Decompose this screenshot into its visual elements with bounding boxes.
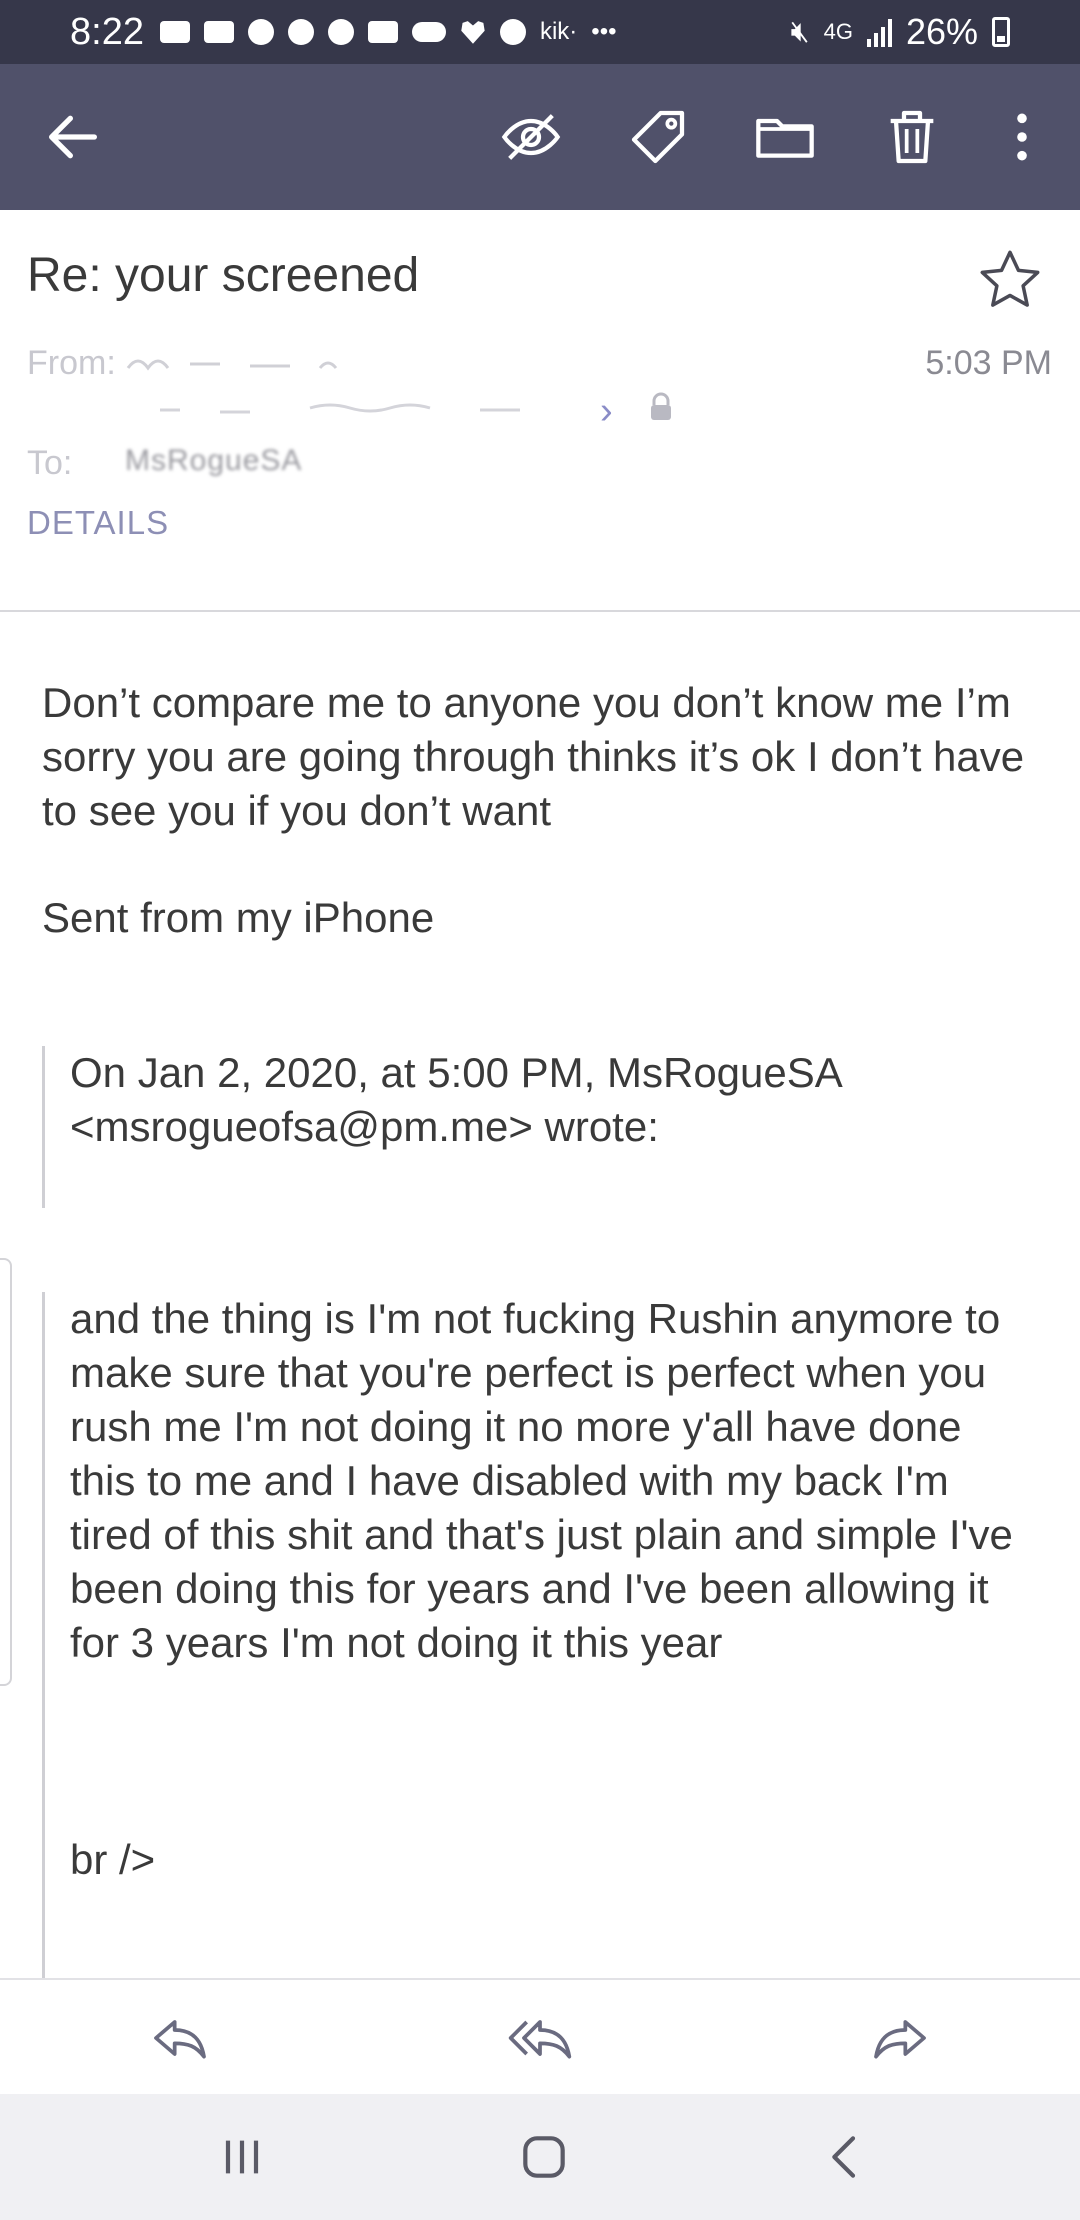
- battery-icon: [992, 17, 1010, 47]
- move-to-folder-button[interactable]: [730, 64, 840, 210]
- message-body: Don’t compare me to anyone you don’t kno…: [42, 679, 1025, 834]
- forward-icon: [874, 2020, 926, 2059]
- mute-icon: 🔇︎: [790, 15, 810, 48]
- messenger-icon: [327, 19, 354, 45]
- system-nav-bar: [0, 2094, 1080, 2220]
- redacted-address: [160, 403, 520, 414]
- message-action-bar: [0, 1978, 1080, 2094]
- recents-icon: [225, 2140, 259, 2174]
- star-icon: [980, 250, 1040, 307]
- status-bar: 8:22 kik· ••• 🔇︎ 4G 26%: [0, 0, 1080, 64]
- reply-all-icon: [508, 2020, 572, 2059]
- home-button[interactable]: [484, 2094, 604, 2220]
- trash-icon: [890, 110, 934, 164]
- delete-button[interactable]: [857, 64, 967, 210]
- video-icon: [203, 21, 234, 43]
- twitter-icon: [287, 19, 314, 45]
- reddit-icon: [247, 19, 274, 45]
- arrow-left-icon: [49, 115, 97, 159]
- back-button[interactable]: [18, 64, 128, 210]
- home-icon: [523, 2136, 565, 2178]
- star-button[interactable]: [970, 240, 1050, 320]
- system-back-button[interactable]: [786, 2094, 906, 2220]
- notification-icons: kik· •••: [159, 18, 617, 46]
- reply-all-button[interactable]: [480, 1980, 600, 2096]
- message-time: 5:03 PM: [925, 344, 1052, 382]
- forward-button[interactable]: [840, 1980, 960, 2096]
- status-time: 8:22: [70, 10, 144, 53]
- mark-unread-button[interactable]: [476, 64, 586, 210]
- folder-icon: [756, 118, 814, 158]
- quote-bar: [42, 1046, 45, 1208]
- network-type: 4G: [823, 19, 853, 44]
- video-icon: [159, 21, 190, 43]
- chevron-left-icon: [832, 2136, 856, 2178]
- reply-button[interactable]: [120, 1980, 240, 2096]
- reply-icon: [154, 2020, 206, 2059]
- message-toolbar: [0, 64, 1080, 210]
- header-divider: [0, 610, 1080, 612]
- heart-icon: [461, 21, 485, 44]
- signal-icon: [866, 17, 892, 47]
- kik-icon: kik·: [539, 18, 578, 45]
- weather-icon: [499, 19, 526, 45]
- status-right: 🔇︎ 4G 26%: [791, 11, 1010, 53]
- quoted-html-fragment: br />: [70, 1836, 156, 1883]
- quoted-message-body: and the thing is I'm not fucking Rushin …: [70, 1295, 1013, 1666]
- label-button[interactable]: [603, 64, 713, 210]
- from-label: From:: [27, 344, 116, 382]
- wish-icon: [367, 21, 398, 43]
- message-subject: Re: your screened: [27, 249, 420, 302]
- lock-icon: [651, 392, 671, 420]
- recipient-redacted: MsRogueSA: [125, 444, 303, 477]
- more-options-button[interactable]: [967, 64, 1077, 210]
- quote-header: On Jan 2, 2020, at 5:00 PM, MsRogueSA <m…: [70, 1049, 841, 1150]
- cloud-icon: [411, 22, 446, 42]
- subject-row: Re: your screened: [0, 210, 1080, 320]
- quote-bar: [42, 1292, 45, 1980]
- redacted-sender: [126, 359, 338, 371]
- to-label: To:: [27, 444, 73, 482]
- recent-apps-button[interactable]: [182, 2094, 302, 2220]
- chevron-right-icon[interactable]: ›: [600, 390, 613, 433]
- battery-percent: 26%: [905, 11, 978, 52]
- details-link[interactable]: DETAILS: [27, 504, 169, 542]
- more-vertical-icon: [1017, 113, 1027, 161]
- message-signature: Sent from my iPhone: [42, 894, 435, 941]
- scroll-edge-indicator: [0, 1258, 12, 1686]
- more-notifications-icon: •••: [591, 18, 617, 45]
- eye-off-icon: [501, 114, 561, 160]
- tag-icon: [631, 110, 685, 164]
